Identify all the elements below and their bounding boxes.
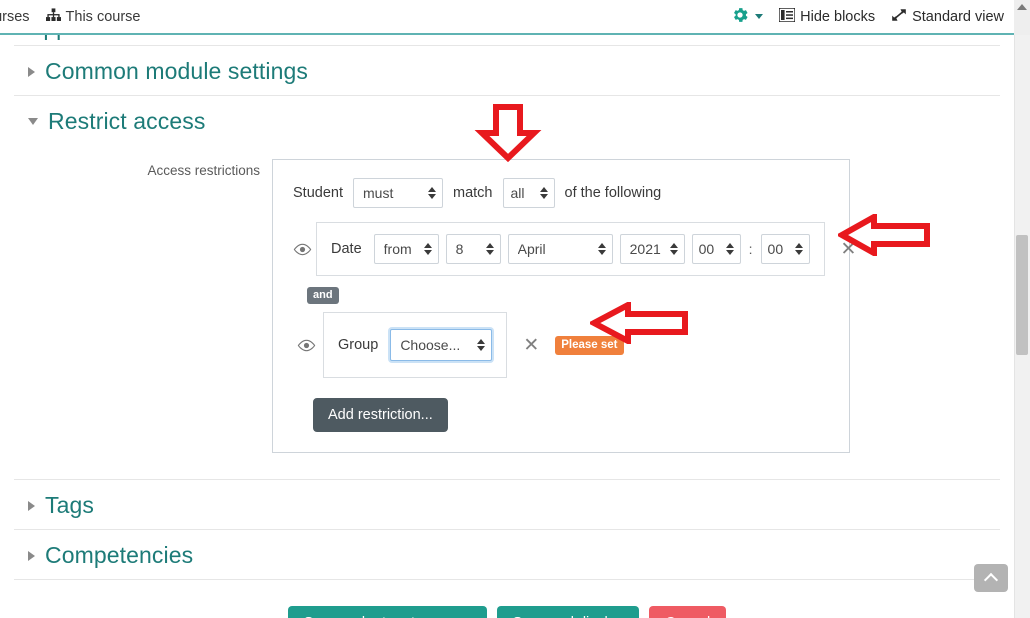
access-restrictions-row: Access restrictions Student must match a…: [14, 145, 1000, 453]
standard-view-icon: [891, 8, 907, 26]
chevron-right-icon: [28, 550, 35, 561]
match-word: match: [453, 185, 493, 201]
criterion-group-row: Group Choose... ✕ Please set: [293, 312, 827, 378]
criterion-date-row: Date from 8 April 2021 00: 00 ✕: [293, 222, 856, 276]
date-month-select[interactable]: April: [507, 234, 613, 264]
eye-icon[interactable]: [293, 339, 319, 352]
criterion-group-box: Group Choose...: [323, 312, 508, 378]
match-rule-line: Student must match all of the following: [293, 178, 827, 208]
app-root: ourses This course: [0, 0, 1030, 618]
standard-view-button[interactable]: Standard view: [891, 8, 1004, 26]
hide-blocks-button[interactable]: Hide blocks: [778, 6, 876, 26]
chevron-down-icon: [755, 14, 764, 19]
section-appearance-title: Appearance: [28, 35, 152, 41]
date-month-wrap: April: [507, 234, 613, 264]
section-competencies-title: Competencies: [45, 542, 194, 568]
vertical-scrollbar-thumb[interactable]: [1016, 235, 1028, 355]
section-tags-title: Tags: [45, 492, 94, 518]
operator-and-wrap: and: [293, 276, 827, 304]
form-content: Appearance Common module settings Restri…: [14, 35, 1000, 618]
chevron-up-icon: [983, 572, 999, 588]
page-body: Appearance Common module settings Restri…: [0, 35, 1014, 618]
match-all-select[interactable]: all: [502, 178, 555, 208]
section-restrict-access[interactable]: Restrict access: [14, 96, 1000, 145]
section-common-module-settings-title: Common module settings: [45, 58, 308, 84]
save-and-display-button[interactable]: Save and display: [496, 606, 640, 618]
scrollbar-up-arrow-icon[interactable]: [1017, 4, 1027, 10]
nav-item-this-course-label: This course: [65, 8, 141, 25]
criterion-date-label: Date: [331, 241, 362, 257]
add-restriction-button[interactable]: Add restriction...: [313, 398, 448, 432]
please-set-badge: Please set: [555, 335, 624, 355]
navbar-right-group: Hide blocks Standard view: [730, 5, 1004, 28]
date-direction-select[interactable]: from: [373, 234, 439, 264]
date-minute-wrap: 00: [760, 234, 810, 264]
section-restrict-access-title: Restrict access: [48, 108, 206, 134]
hide-blocks-label: Hide blocks: [800, 8, 876, 25]
section-tags[interactable]: Tags: [14, 479, 1000, 530]
date-hour-wrap: 00: [691, 234, 741, 264]
chevron-right-icon: [28, 500, 35, 511]
chevron-right-icon: [28, 66, 35, 77]
standard-view-label: Standard view: [912, 8, 1004, 25]
form-actions: Save and return to course Save and displ…: [14, 606, 1000, 618]
section-competencies[interactable]: Competencies: [14, 530, 1000, 580]
date-day-select[interactable]: 8: [445, 234, 501, 264]
time-separator: :: [748, 241, 753, 257]
navbar-left-group: ourses This course: [0, 7, 141, 26]
nav-item-courses[interactable]: ourses: [0, 9, 30, 25]
sitemap-icon: [45, 7, 61, 26]
date-fields-group: from 8 April 2021 00: 00: [373, 234, 810, 264]
gear-icon: [730, 5, 750, 28]
cancel-button[interactable]: Cancel: [649, 606, 727, 618]
nav-item-this-course[interactable]: This course: [45, 7, 141, 26]
section-common-module-settings[interactable]: Common module settings: [14, 45, 1000, 96]
restrictions-panel: Student must match all of the following …: [272, 159, 856, 453]
all-select-wrap: all: [502, 178, 555, 208]
settings-menu-button[interactable]: [730, 5, 764, 28]
following-word: of the following: [564, 185, 662, 201]
date-hour-select[interactable]: 00: [691, 234, 741, 264]
group-choose-wrap: Choose...: [390, 329, 493, 361]
student-word: Student: [293, 185, 343, 201]
date-direction-wrap: from: [373, 234, 439, 264]
date-day-wrap: 8: [445, 234, 501, 264]
date-year-wrap: 2021: [619, 234, 685, 264]
nav-item-courses-label: ourses: [0, 8, 30, 25]
chevron-down-icon: [28, 118, 38, 125]
operator-and-badge: and: [307, 287, 339, 304]
must-select-wrap: must: [353, 178, 443, 208]
eye-icon[interactable]: [293, 243, 312, 256]
hide-blocks-icon: [778, 6, 796, 26]
criterion-date-delete-button[interactable]: ✕: [841, 239, 857, 259]
access-restrictions-label: Access restrictions: [147, 163, 260, 178]
section-appearance[interactable]: Appearance: [14, 35, 1000, 45]
must-select[interactable]: must: [353, 178, 443, 208]
criterion-group-delete-button[interactable]: ✕: [523, 335, 539, 355]
save-and-return-button[interactable]: Save and return to course: [287, 606, 487, 618]
group-choose-select[interactable]: Choose...: [390, 329, 493, 361]
date-year-select[interactable]: 2021: [619, 234, 685, 264]
top-navbar: ourses This course: [0, 0, 1014, 35]
back-to-top-button[interactable]: [974, 564, 1008, 592]
criterion-date-box: Date from 8 April 2021 00: 00: [316, 222, 825, 276]
criterion-group-label: Group: [338, 337, 379, 353]
date-minute-select[interactable]: 00: [760, 234, 810, 264]
